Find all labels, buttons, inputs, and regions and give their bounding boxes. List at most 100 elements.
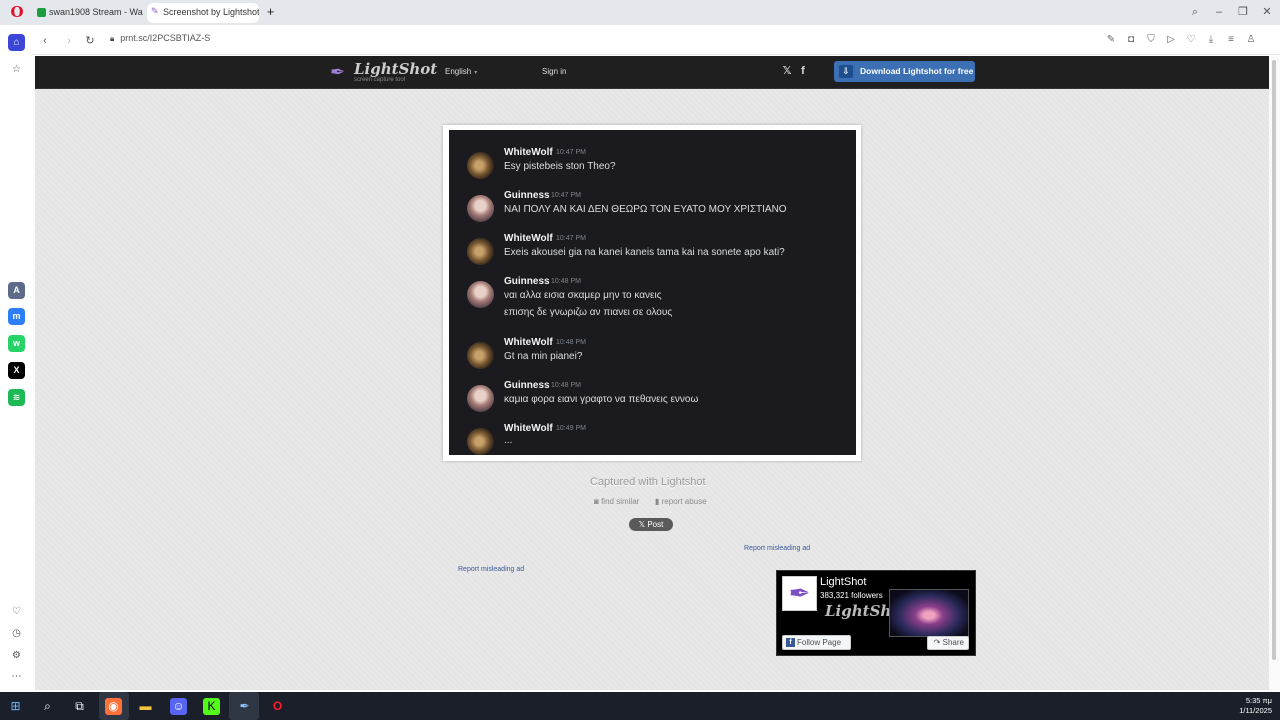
- home-icon[interactable]: ⌂: [8, 34, 25, 51]
- facebook-page-widget: ✒ LightShot 383,321 followers LightShot …: [776, 570, 976, 656]
- speed-dial-icon[interactable]: ☆: [8, 61, 25, 78]
- timestamp: 10:47 PM: [556, 149, 586, 156]
- avatar: [467, 281, 494, 308]
- restore-icon[interactable]: ❐: [1236, 5, 1250, 19]
- play-icon[interactable]: ▷: [1165, 34, 1177, 46]
- history-icon[interactable]: ◷: [8, 625, 25, 642]
- minimize-icon[interactable]: –: [1212, 5, 1226, 19]
- aria-icon[interactable]: A: [8, 282, 25, 299]
- new-tab-plus-icon[interactable]: +: [264, 5, 277, 18]
- tab-lightshot[interactable]: ✎ Screenshot by Lightshot: [147, 3, 259, 23]
- post-label: Post: [647, 520, 664, 529]
- camera-icon[interactable]: ◘: [1125, 34, 1137, 46]
- profile-icon[interactable]: ♙: [1245, 34, 1257, 46]
- follow-page-button[interactable]: f Follow Page: [782, 635, 851, 650]
- tab-swan1908[interactable]: swan1908 Stream - Watch: [33, 3, 143, 23]
- settings-gear-icon[interactable]: ⚙: [8, 647, 25, 664]
- message-text: επισης δε γνωριζω αν πιανει σε ολους: [504, 307, 673, 318]
- x-post-button[interactable]: 𝕏 Post: [629, 518, 673, 531]
- screenshot-frame: WhiteWolf 10:47 PM Esy pistebeis ston Th…: [443, 125, 861, 461]
- system-clock[interactable]: 5:35 πμ 1/11/2025: [1239, 696, 1272, 716]
- report-abuse-label: report abuse: [661, 497, 707, 506]
- close-window-icon[interactable]: ✕: [1260, 5, 1274, 19]
- reload-icon[interactable]: ↻: [83, 34, 97, 48]
- menu-icon[interactable]: ≡: [1225, 34, 1237, 46]
- language-select[interactable]: English ▾: [445, 67, 477, 76]
- clock-time: 5:35 πμ: [1245, 696, 1272, 705]
- file-explorer-icon[interactable]: ▬: [137, 698, 154, 715]
- timestamp: 10:47 PM: [551, 192, 581, 199]
- avatar: [467, 342, 494, 369]
- tab-label: Screenshot by Lightshot: [163, 7, 259, 17]
- firefox-icon[interactable]: ◉: [105, 698, 122, 715]
- lightshot-app-icon[interactable]: ✒: [236, 698, 253, 715]
- discord-icon[interactable]: ☺: [170, 698, 187, 715]
- galaxy-cover-image: [889, 589, 969, 637]
- kick-favicon-icon: [37, 8, 46, 17]
- heart-icon[interactable]: ♡: [1185, 34, 1197, 46]
- find-similar-link[interactable]: ◙ find similar: [594, 497, 639, 506]
- message-text: ναι αλλα εισια σκαμερ μην το κανεις: [504, 290, 662, 301]
- report-ad-link[interactable]: Report misleading ad: [458, 566, 524, 573]
- opera-sidebar: ⌂ ☆ A m w X ≋ ♡ ◷ ⚙ ⋯: [0, 25, 33, 690]
- tab-strip: O swan1908 Stream - Watch ✎ Screenshot b…: [0, 0, 1280, 25]
- message-text: ...: [504, 435, 513, 446]
- download-button[interactable]: ⇩ Download Lightshot for free: [834, 61, 975, 82]
- captured-label: Captured with Lightshot: [590, 476, 706, 488]
- share-button[interactable]: ↷ Share: [927, 636, 969, 650]
- username: WhiteWolf: [504, 147, 553, 158]
- message-text: καμια φορα ειανι γραφτο να πεθανεις εννο…: [504, 394, 699, 405]
- camera-icon: ◙: [594, 497, 599, 506]
- download-icon[interactable]: ⤓: [1205, 34, 1217, 46]
- opera-logo-icon[interactable]: O: [9, 4, 25, 20]
- follow-label: Follow Page: [797, 638, 842, 647]
- report-abuse-link[interactable]: ▮ report abuse: [655, 497, 707, 506]
- chevron-down-icon: ▾: [474, 70, 478, 76]
- spotify-icon[interactable]: ≋: [8, 389, 25, 406]
- task-view-icon[interactable]: ⧉: [71, 698, 88, 715]
- search-icon[interactable]: ⌕: [39, 698, 56, 715]
- report-ad-link[interactable]: Report misleading ad: [744, 545, 810, 552]
- lightshot-header: ✒ LightShot screen capture tool English ▾…: [35, 56, 1269, 89]
- url-text: prnt.sc/I2PCSBTIAZ-S: [120, 33, 211, 43]
- avatar: [467, 195, 494, 222]
- favorites-icon[interactable]: ♡: [8, 603, 25, 620]
- facebook-icon[interactable]: f: [797, 65, 809, 77]
- x-twitter-icon[interactable]: X: [8, 362, 25, 379]
- logo-name: LightShot: [354, 60, 438, 78]
- whatsapp-icon[interactable]: w: [8, 335, 25, 352]
- twitter-icon[interactable]: 𝕏: [781, 65, 793, 77]
- download-label: Download Lightshot for free: [860, 66, 974, 76]
- fb-page-name[interactable]: LightShot: [820, 576, 866, 588]
- username: Guinness: [504, 380, 550, 391]
- scrollbar-thumb[interactable]: [1272, 60, 1276, 660]
- clock-date: 1/11/2025: [1239, 706, 1272, 715]
- windows-start-icon[interactable]: ⊞: [7, 698, 24, 715]
- more-icon[interactable]: ⋯: [8, 668, 25, 685]
- opera-taskbar-icon[interactable]: O: [269, 698, 286, 715]
- language-label: English: [445, 67, 472, 76]
- edit-icon[interactable]: ✎: [1105, 34, 1117, 46]
- share-icon: ↷: [933, 638, 941, 647]
- timestamp: 10:49 PM: [556, 425, 586, 432]
- username: WhiteWolf: [504, 233, 553, 244]
- chat-screenshot: WhiteWolf 10:47 PM Esy pistebeis ston Th…: [449, 130, 856, 455]
- messenger-icon[interactable]: m: [8, 308, 25, 325]
- lightshot-logo[interactable]: ✒ LightShot screen capture tool: [330, 60, 437, 84]
- signin-link[interactable]: Sign in: [542, 67, 566, 76]
- tab-search-icon[interactable]: ⌕: [1188, 5, 1202, 19]
- page-scrollbar[interactable]: [1269, 56, 1280, 690]
- kick-icon[interactable]: K: [203, 698, 220, 715]
- forward-icon[interactable]: ›: [62, 34, 76, 48]
- trash-icon: ▮: [655, 497, 660, 506]
- lightshot-feather-icon[interactable]: ✒: [782, 576, 817, 611]
- avatar: [467, 238, 494, 265]
- lightshot-page: ✒ LightShot screen capture tool English ▾…: [35, 56, 1269, 690]
- back-icon[interactable]: ‹: [38, 34, 52, 48]
- tab-label: swan1908 Stream - Watch: [49, 7, 143, 17]
- url-field[interactable]: 🔒︎ prnt.sc/I2PCSBTIAZ-S: [110, 33, 210, 44]
- avatar: [467, 428, 494, 455]
- shield-icon[interactable]: ⛉: [1145, 34, 1157, 46]
- avatar: [467, 152, 494, 179]
- timestamp: 10:48 PM: [551, 278, 581, 285]
